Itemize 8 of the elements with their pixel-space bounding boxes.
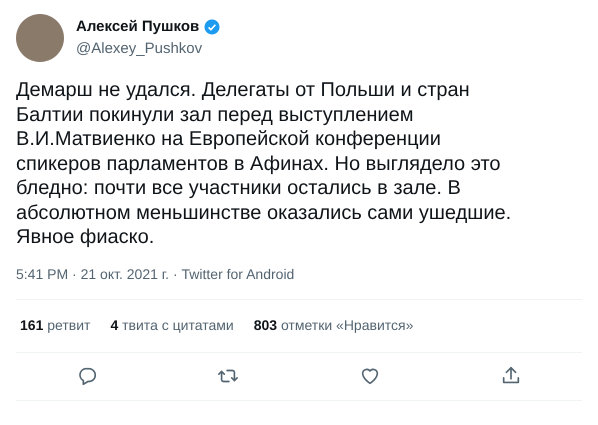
avatar[interactable] (16, 14, 64, 62)
stat-link[interactable]: 161 ретвит (20, 315, 90, 336)
author-name[interactable]: Алексей Пушков (76, 16, 200, 38)
tweet-text: Демарш не удался. Делегаты от Польши и стран Балтии покинули зал перед выступлением В.И.Матвиенко на Европейской конференции спикеров парламентов в Афинах. Но выглядело это бледно: почти все участники остались в зале. В абсолютном меньшинстве оказались сами ушедшие. Явное фиаско. (16, 78, 512, 250)
timestamp-and-source[interactable]: 5:41 PM · 21 окт. 2021 г. · Twitter for Android (16, 264, 294, 284)
stat-link[interactable]: 803 отметки «Нравится» (254, 315, 414, 336)
author-handle[interactable]: @Alexey_Pushkov (76, 38, 222, 60)
stat-link[interactable]: 4 твита с цитатами (110, 315, 234, 336)
